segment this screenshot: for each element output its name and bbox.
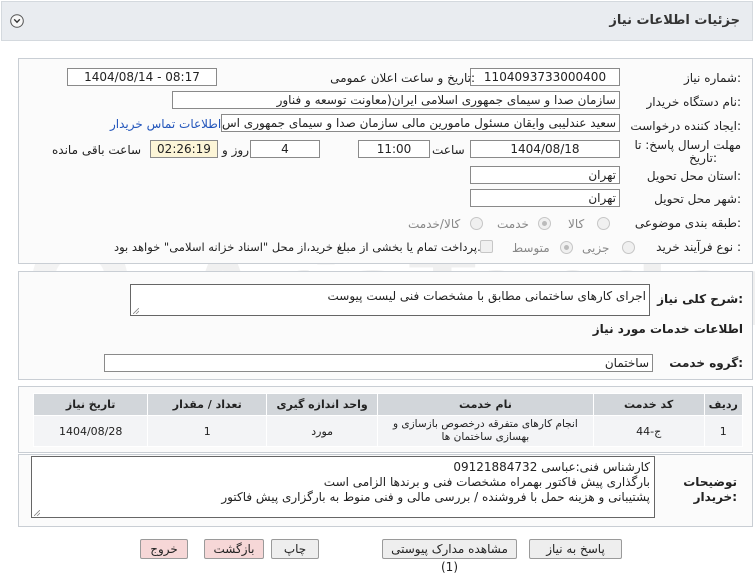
process-option-medium-radio[interactable] — [560, 241, 573, 254]
cell-quantity: 1 — [147, 415, 268, 447]
deadline-time-label: ساعت — [432, 143, 465, 157]
notes-line: بارگذاری پیش فاکتور بهمراه مشخصات فنی و … — [323, 475, 650, 489]
treasury-payment-note: پرداخت تمام یا بخشی از مبلغ خرید،از محل … — [114, 240, 481, 254]
title-bar: جزئیات اطلاعات نیاز — [1, 1, 753, 41]
buyer-notes-label: توضیحات — [683, 475, 737, 489]
print-button[interactable]: چاپ — [271, 539, 319, 559]
process-label: نوع فرآیند خرید : — [656, 240, 741, 254]
table-header-row: ردیف کد خدمت نام خدمت واحد اندازه گیری ت… — [32, 393, 744, 416]
cell-need-date: 1404/08/28 — [32, 415, 149, 447]
need-number-field: 1104093733000400 — [470, 68, 620, 86]
category-option-goods-radio[interactable] — [597, 217, 610, 230]
buyer-org-field: سازمان صدا و سیمای جمهوری اسلامی ایران(م… — [172, 91, 620, 109]
category-option-both-radio[interactable] — [470, 217, 483, 230]
notes-line: پشتیبانی و هزینه حمل با فروشنده / بررسی … — [221, 490, 650, 504]
category-option-goods-label: کالا — [568, 217, 585, 231]
cell-service-name: انجام کارهای متفرقه درخصوص بازسازی و بهس… — [377, 415, 594, 447]
city-label: شهر محل تحویل: — [654, 192, 741, 206]
col-header-quantity: تعداد / مقدار — [147, 393, 268, 416]
province-label: استان محل تحویل: — [646, 169, 741, 183]
buyer-contact-link[interactable]: اطلاعات تماس خریدار — [110, 117, 221, 131]
creator-field: سعید عندلیبی وایقان مسئول مامورین مالی س… — [221, 114, 620, 132]
cell-unit: مورد — [266, 415, 379, 447]
days-label: روز و — [222, 143, 249, 157]
buyer-notes-label-2: خریدار: — [693, 490, 737, 504]
resize-grip-icon[interactable] — [133, 308, 139, 314]
col-header-row-no: ردیف — [703, 393, 744, 416]
province-field: تهران — [470, 166, 620, 184]
days-field: 4 — [250, 140, 320, 158]
notes-resize-grip-icon[interactable] — [34, 510, 40, 516]
deadline-date-field: 1404/08/18 — [470, 140, 620, 158]
col-header-need-date: تاریخ نیاز — [32, 393, 149, 416]
process-option-medium-label: متوسط — [512, 241, 550, 255]
reply-button[interactable]: پاسخ به نیاز — [529, 539, 622, 559]
need-desc-field: اجرای کارهای ساختمانی مطابق با مشخصات فن… — [130, 284, 650, 316]
category-option-both-label: کالا/خدمت — [408, 217, 461, 231]
remaining-time-field: 02:26:19 — [150, 140, 218, 158]
treasury-payment-checkbox[interactable] — [480, 240, 493, 253]
deadline-label: مهلت ارسال پاسخ: تا — [634, 138, 741, 152]
exit-button[interactable]: خروج — [140, 539, 188, 559]
view-attachments-button[interactable]: مشاهده مدارک پیوستی (1) — [382, 539, 517, 574]
cell-service-code: ج-44 — [592, 415, 705, 447]
category-option-service-label: خدمت — [497, 217, 529, 231]
city-field: تهران — [470, 189, 620, 207]
service-group-label: گروه خدمت: — [669, 356, 743, 370]
process-option-minor-label: جزیی — [582, 241, 610, 255]
category-label: طبقه بندی موضوعی: — [634, 216, 741, 230]
deadline-time-field: 11:00 — [358, 140, 430, 158]
process-option-minor-radio[interactable] — [622, 241, 635, 254]
need-number-label: شماره نیاز: — [683, 71, 741, 85]
table-row: 1 ج-44 انجام کارهای متفرقه درخصوص بازساز… — [32, 415, 744, 447]
services-table: ردیف کد خدمت نام خدمت واحد اندازه گیری ت… — [32, 393, 744, 447]
info-panel — [18, 58, 753, 264]
collapse-chevron-icon[interactable] — [10, 14, 24, 28]
col-header-service-code: کد خدمت — [592, 393, 705, 416]
page-title: جزئیات اطلاعات نیاز — [609, 13, 740, 28]
need-desc-label: شرح کلی نیاز: — [657, 292, 743, 306]
service-group-field: ساختمان — [104, 354, 653, 372]
col-header-unit: واحد اندازه گیری — [266, 393, 379, 416]
services-heading: اطلاعات خدمات مورد نیاز — [592, 322, 743, 336]
creator-label: ایجاد کننده درخواست: — [630, 119, 741, 133]
col-header-service-name: نام خدمت — [377, 393, 594, 416]
notes-line: کارشناس فنی:عباسی 09121884732 — [453, 460, 650, 474]
buyer-notes-field: کارشناس فنی:عباسی 09121884732 بارگذاری پ… — [31, 456, 655, 518]
deadline-label-date: تاریخ: — [689, 151, 717, 165]
cell-row-no: 1 — [703, 415, 744, 447]
announce-field: 1404/08/14 - 08:17 — [67, 68, 217, 86]
announce-label: تاریخ و ساعت اعلان عمومی: — [330, 71, 475, 85]
remaining-label: ساعت باقی مانده — [52, 143, 142, 157]
category-option-service-radio[interactable] — [538, 217, 551, 230]
buyer-org-label: نام دستگاه خریدار: — [646, 95, 742, 109]
back-button[interactable]: بازگشت — [204, 539, 264, 559]
